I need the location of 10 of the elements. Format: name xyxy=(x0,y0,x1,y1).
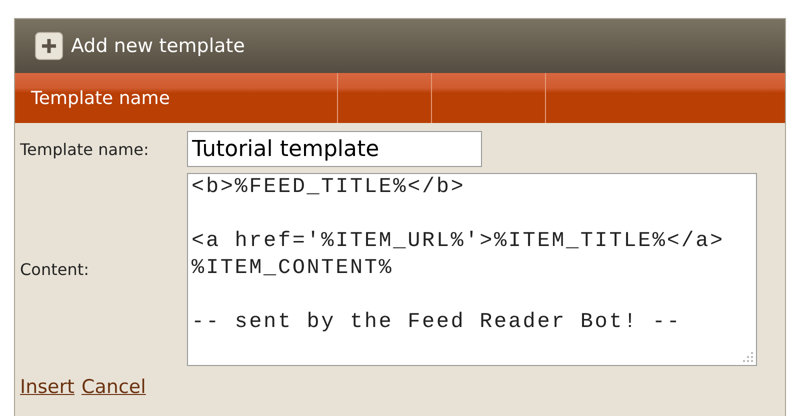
template-name-field[interactable]: Tutorial template xyxy=(187,131,482,167)
resize-grip-icon[interactable] xyxy=(743,352,753,362)
field-label: Template name: xyxy=(20,140,150,158)
form-link[interactable]: Insert xyxy=(20,376,74,398)
plus-icon xyxy=(35,32,63,60)
column-header[interactable]: Template name xyxy=(31,88,170,108)
form-link[interactable]: Cancel xyxy=(82,376,146,398)
content-text-area[interactable]: <b>%FEED_TITLE%</b> <a href='%ITEM_URL%'>%ITEM_TITLE%</a> %ITEM_CONTENT% -- sent by the Feed Reader Bot! -- xyxy=(186,173,757,366)
field-label: Content: xyxy=(20,260,90,279)
add-template-button[interactable]: Add new template xyxy=(35,32,245,60)
